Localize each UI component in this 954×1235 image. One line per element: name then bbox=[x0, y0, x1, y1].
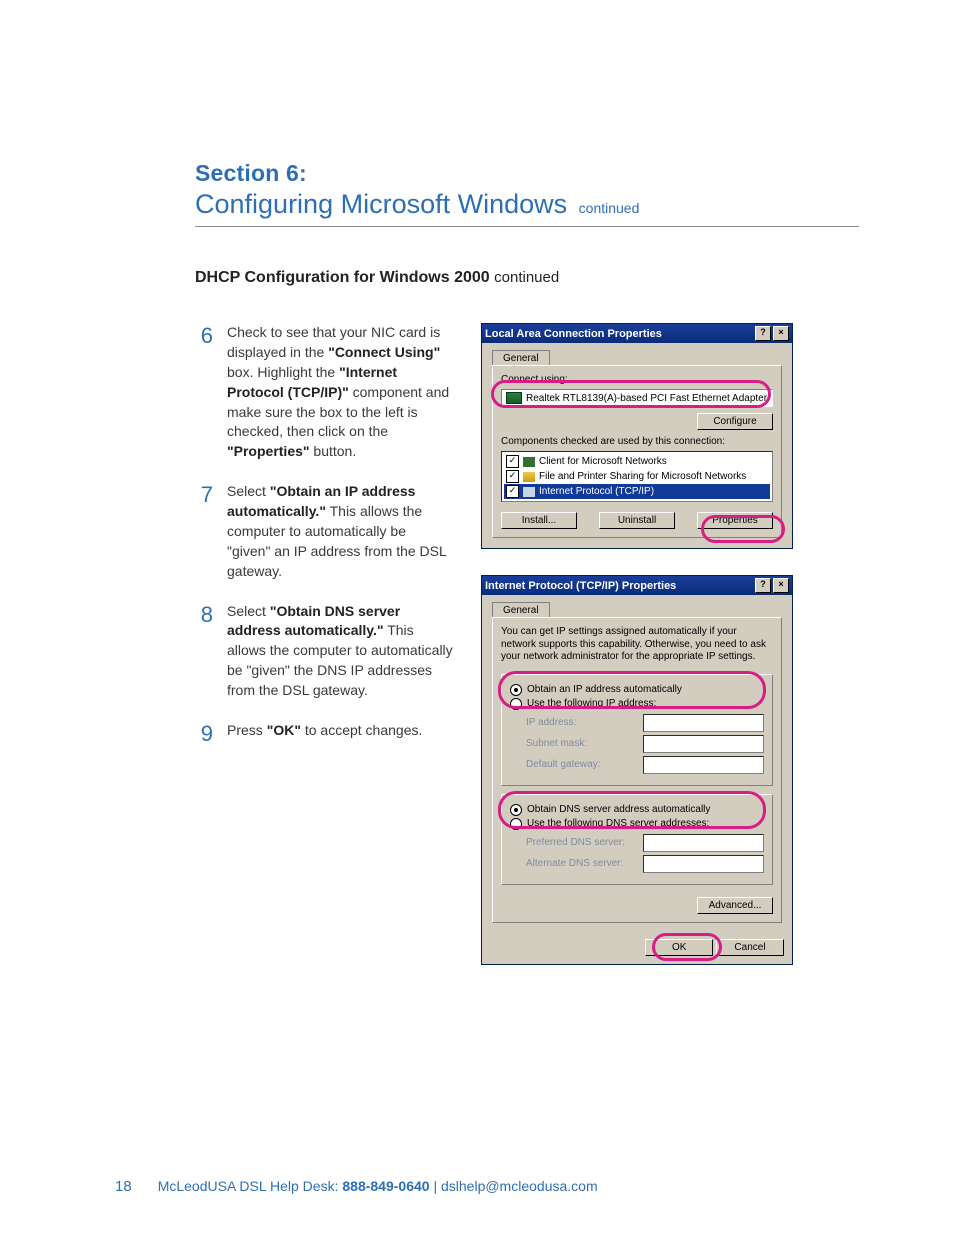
radio-ip-manual[interactable]: Use the following IP address: bbox=[510, 697, 764, 711]
radio-label: Use the following DNS server addresses: bbox=[527, 818, 709, 829]
component-client[interactable]: ✓ Client for Microsoft Networks bbox=[504, 454, 770, 469]
component-label: File and Printer Sharing for Microsoft N… bbox=[539, 471, 746, 482]
radio-label: Use the following IP address: bbox=[527, 698, 656, 709]
step-text: Check to see that your NIC card is displ… bbox=[227, 323, 453, 462]
page-number: 18 bbox=[115, 1178, 132, 1195]
radio-icon bbox=[510, 818, 522, 830]
properties-button[interactable]: Properties bbox=[697, 512, 773, 529]
tcpip-icon bbox=[523, 487, 535, 497]
checkbox-icon[interactable]: ✓ bbox=[506, 470, 519, 483]
step-6: 6 Check to see that your NIC card is dis… bbox=[195, 323, 453, 462]
sub-heading-continued: continued bbox=[494, 269, 559, 286]
radio-ip-auto[interactable]: Obtain an IP address automatically bbox=[510, 683, 764, 697]
title-rule bbox=[195, 226, 859, 227]
dialog-title: Internet Protocol (TCP/IP) Properties bbox=[485, 580, 753, 592]
adapter-name: Realtek RTL8139(A)-based PCI Fast Ethern… bbox=[526, 393, 767, 404]
connect-using-label: Connect using: bbox=[501, 374, 773, 385]
step-text: Select "Obtain an IP address automatical… bbox=[227, 482, 453, 581]
page-footer: 18 McLeodUSA DSL Help Desk: 888-849-0640… bbox=[115, 1178, 598, 1195]
close-button[interactable]: × bbox=[773, 326, 789, 341]
alt-dns-input[interactable] bbox=[643, 855, 764, 873]
radio-dns-auto[interactable]: Obtain DNS server address automatically bbox=[510, 803, 764, 817]
step-text: Press "OK" to accept changes. bbox=[227, 721, 422, 745]
component-label: Internet Protocol (TCP/IP) bbox=[539, 486, 654, 497]
step-num: 6 bbox=[195, 323, 213, 462]
tcpip-properties-dialog: Internet Protocol (TCP/IP) Properties ? … bbox=[481, 575, 793, 965]
components-label: Components checked are used by this conn… bbox=[501, 436, 773, 447]
radio-icon bbox=[510, 698, 522, 710]
tab-general[interactable]: General bbox=[492, 350, 550, 366]
gateway-row: Default gateway: bbox=[526, 756, 764, 774]
radio-label: Obtain DNS server address automatically bbox=[527, 804, 710, 815]
uninstall-button[interactable]: Uninstall bbox=[599, 512, 675, 529]
lan-properties-dialog: Local Area Connection Properties ? × Gen… bbox=[481, 323, 793, 549]
tab-general[interactable]: General bbox=[492, 602, 550, 618]
configure-button[interactable]: Configure bbox=[697, 413, 773, 430]
file-printer-icon bbox=[523, 472, 535, 482]
step-9: 9 Press "OK" to accept changes. bbox=[195, 721, 453, 745]
ip-input[interactable] bbox=[643, 714, 764, 732]
section-continued: continued bbox=[579, 200, 640, 216]
step-list: 6 Check to see that your NIC card is dis… bbox=[195, 323, 453, 745]
pref-dns-row: Preferred DNS server: bbox=[526, 834, 764, 852]
footer-email: dslhelp@mcleodusa.com bbox=[441, 1178, 598, 1194]
help-button[interactable]: ? bbox=[755, 578, 771, 593]
help-button[interactable]: ? bbox=[755, 326, 771, 341]
section-number: Section 6: bbox=[195, 160, 859, 187]
checkbox-icon[interactable]: ✓ bbox=[506, 455, 519, 468]
install-button[interactable]: Install... bbox=[501, 512, 577, 529]
components-list[interactable]: ✓ Client for Microsoft Networks ✓ File a… bbox=[501, 451, 773, 502]
footer-brand: McLeodUSA DSL Help Desk: bbox=[158, 1178, 339, 1194]
step-8: 8 Select "Obtain DNS server address auto… bbox=[195, 602, 453, 701]
subnet-row: Subnet mask: bbox=[526, 735, 764, 753]
component-file-print[interactable]: ✓ File and Printer Sharing for Microsoft… bbox=[504, 469, 770, 484]
advanced-button[interactable]: Advanced... bbox=[697, 897, 773, 914]
step-num: 9 bbox=[195, 721, 213, 745]
radio-label: Obtain an IP address automatically bbox=[527, 684, 682, 695]
titlebar: Local Area Connection Properties ? × bbox=[482, 324, 792, 343]
titlebar: Internet Protocol (TCP/IP) Properties ? … bbox=[482, 576, 792, 595]
subnet-input[interactable] bbox=[643, 735, 764, 753]
sub-heading: DHCP Configuration for Windows 2000 cont… bbox=[195, 269, 859, 287]
dialog-title: Local Area Connection Properties bbox=[485, 328, 753, 340]
client-icon bbox=[523, 457, 535, 467]
radio-dns-manual[interactable]: Use the following DNS server addresses: bbox=[510, 817, 764, 831]
step-num: 8 bbox=[195, 602, 213, 701]
tcpip-desc: You can get IP settings assigned automat… bbox=[501, 626, 773, 664]
step-7: 7 Select "Obtain an IP address automatic… bbox=[195, 482, 453, 581]
nic-icon bbox=[506, 392, 522, 404]
section-title: Configuring Microsoft Windows continued bbox=[195, 189, 859, 220]
pref-dns-input[interactable] bbox=[643, 834, 764, 852]
cancel-button[interactable]: Cancel bbox=[716, 939, 784, 956]
radio-icon bbox=[510, 804, 522, 816]
step-text: Select "Obtain DNS server address automa… bbox=[227, 602, 453, 701]
close-button[interactable]: × bbox=[773, 578, 789, 593]
adapter-field: Realtek RTL8139(A)-based PCI Fast Ethern… bbox=[501, 389, 773, 407]
ok-button[interactable]: OK bbox=[645, 939, 713, 956]
checkbox-icon[interactable]: ✓ bbox=[506, 485, 519, 498]
component-tcpip[interactable]: ✓ Internet Protocol (TCP/IP) bbox=[504, 484, 770, 499]
ip-address-row: IP address: bbox=[526, 714, 764, 732]
footer-phone: 888-849-0640 bbox=[342, 1178, 429, 1194]
sub-heading-bold: DHCP Configuration for Windows 2000 bbox=[195, 269, 490, 286]
radio-icon bbox=[510, 684, 522, 696]
alt-dns-row: Alternate DNS server: bbox=[526, 855, 764, 873]
gateway-input[interactable] bbox=[643, 756, 764, 774]
footer-sep: | bbox=[433, 1178, 437, 1194]
step-num: 7 bbox=[195, 482, 213, 581]
section-title-text: Configuring Microsoft Windows bbox=[195, 189, 567, 219]
component-label: Client for Microsoft Networks bbox=[539, 456, 667, 467]
